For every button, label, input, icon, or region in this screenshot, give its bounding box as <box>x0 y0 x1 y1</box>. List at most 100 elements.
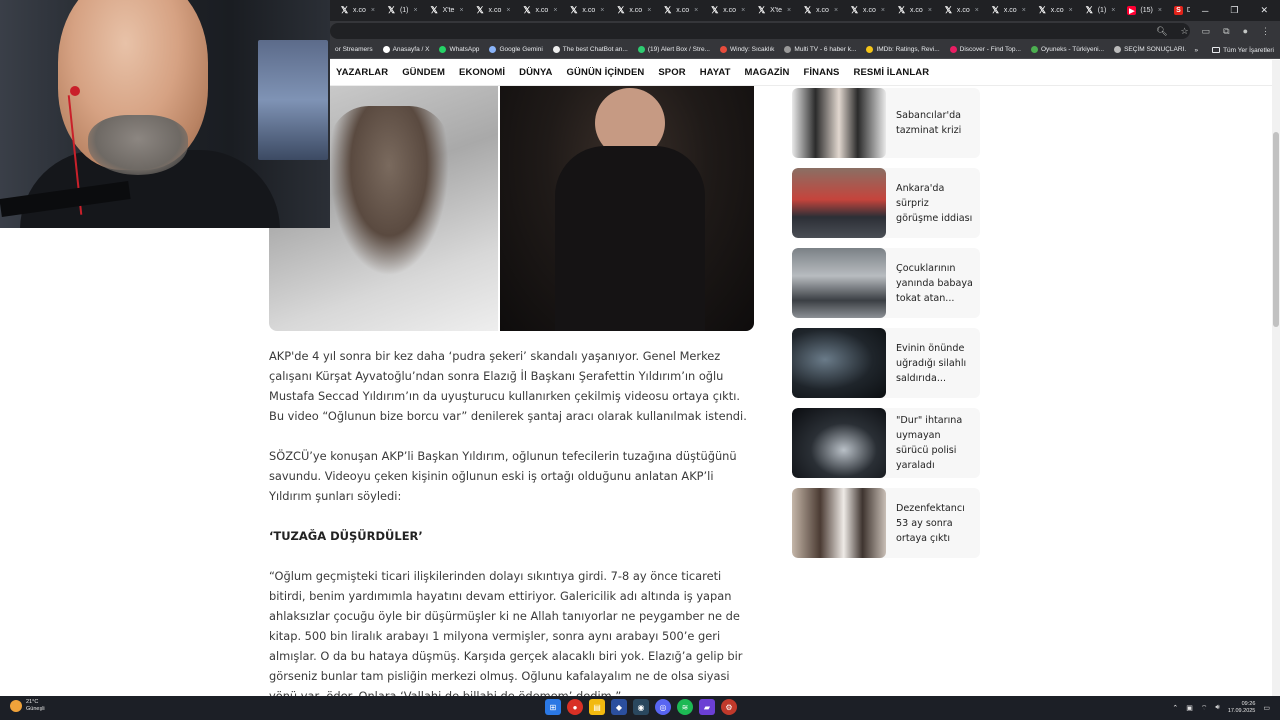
tab-close-icon[interactable]: × <box>787 7 791 14</box>
bookmark-star-icon[interactable]: ☆ <box>1181 26 1189 37</box>
news-card[interactable]: Sabancılar'da tazminat krizi <box>792 88 980 158</box>
news-card[interactable]: Ankara'da sürpriz görüşme iddiası <box>792 168 980 238</box>
steam-icon[interactable]: ◉ <box>633 699 649 715</box>
news-title[interactable]: Ankara'da sürpriz görüşme iddiası <box>886 168 980 238</box>
app-icon-3[interactable]: ⚙ <box>721 699 737 715</box>
tab-close-icon[interactable]: × <box>1022 7 1026 14</box>
news-thumbnail[interactable] <box>792 248 886 318</box>
restore-icon[interactable]: ❐ <box>1230 5 1238 16</box>
zoom-icon[interactable]: 🔍︎ <box>1156 26 1167 37</box>
nav-item[interactable]: MAGAZİN <box>737 67 796 78</box>
nav-item[interactable]: DÜNYA <box>512 67 559 78</box>
news-title[interactable]: Evinin önünde uğradığı silahlı saldırıda… <box>886 328 980 398</box>
browser-tab[interactable]: 𝕏x.co × <box>704 0 751 21</box>
tab-close-icon[interactable]: × <box>600 7 604 14</box>
tab-close-icon[interactable]: × <box>506 7 510 14</box>
tab-close-icon[interactable]: × <box>741 7 745 14</box>
news-thumbnail[interactable] <box>792 408 886 478</box>
close-window-icon[interactable]: ✕ <box>1260 5 1268 16</box>
menu-icon[interactable]: ⋮ <box>1261 26 1270 37</box>
news-card[interactable]: Evinin önünde uğradığı silahlı saldırıda… <box>792 328 980 398</box>
news-title[interactable]: "Dur" ihtarına uymayan sürücü polisi yar… <box>886 408 980 478</box>
bookmark-item[interactable]: Discover - Find Top... <box>945 46 1026 53</box>
tab-close-icon[interactable]: × <box>553 7 557 14</box>
nav-item[interactable]: FİNANS <box>797 67 847 78</box>
bookmark-item[interactable]: SEÇİM SONUÇLARI... <box>1109 46 1195 53</box>
cast-icon[interactable]: ▭ <box>1202 26 1211 37</box>
bookmarks-more-icon[interactable]: » <box>1194 47 1198 54</box>
nav-item[interactable]: SPOR <box>651 67 692 78</box>
news-card[interactable]: Çocuklarının yanında babaya tokat atan..… <box>792 248 980 318</box>
all-bookmarks-button[interactable]: Tüm Yer İşaretleri <box>1212 47 1274 54</box>
news-card[interactable]: "Dur" ihtarına uymayan sürücü polisi yar… <box>792 408 980 478</box>
browser-tab[interactable]: ▶ (15) × <box>1121 0 1168 21</box>
bookmark-item[interactable]: Anasayfa / X <box>378 46 435 53</box>
bookmark-item[interactable]: Google Gemini <box>484 46 547 53</box>
browser-tab[interactable]: 𝕏x.co × <box>516 0 563 21</box>
tab-close-icon[interactable]: × <box>834 7 838 14</box>
browser-tab[interactable]: 𝕏 (1) × <box>381 0 424 21</box>
profile-icon[interactable]: ● <box>1243 26 1248 36</box>
app-icon-2[interactable]: ▰ <box>699 699 715 715</box>
browser-tab[interactable]: 𝕏 X'te × <box>751 0 797 21</box>
minimize-icon[interactable]: ─ <box>1202 6 1208 16</box>
bookmark-item[interactable]: Oyuneks - Türkiyeni... <box>1026 46 1109 53</box>
discord-icon[interactable]: ◎ <box>655 699 671 715</box>
notifications-icon[interactable]: ▭ <box>1263 704 1270 712</box>
tab-close-icon[interactable]: × <box>694 7 698 14</box>
extensions-icon[interactable]: ⧉ <box>1223 26 1229 37</box>
scrollbar-thumb[interactable] <box>1273 132 1279 327</box>
tab-close-icon[interactable]: × <box>1111 7 1115 14</box>
bookmark-item[interactable]: or Streamers <box>330 46 378 53</box>
news-thumbnail[interactable] <box>792 88 886 158</box>
news-thumbnail[interactable] <box>792 328 886 398</box>
chrome-icon[interactable]: ● <box>567 699 583 715</box>
bookmark-item[interactable]: Multi TV - 6 haber k... <box>779 46 861 53</box>
tab-close-icon[interactable]: × <box>928 7 932 14</box>
tab-close-icon[interactable]: × <box>975 7 979 14</box>
browser-tab[interactable]: 𝕏x.co × <box>1032 0 1079 21</box>
spotify-icon[interactable]: ≋ <box>677 699 693 715</box>
browser-tab[interactable]: 𝕏x.co × <box>470 0 517 21</box>
news-title[interactable]: Çocuklarının yanında babaya tokat atan..… <box>886 248 980 318</box>
news-thumbnail[interactable] <box>792 488 886 558</box>
tab-close-icon[interactable]: × <box>647 7 651 14</box>
nav-item[interactable]: GÜNÜN İÇİNDEN <box>560 67 652 78</box>
browser-tab[interactable]: 𝕏x.co × <box>563 0 610 21</box>
news-card[interactable]: Dezenfektancı 53 ay sonra ortaya çıktı <box>792 488 980 558</box>
browser-tab[interactable]: 𝕏x.co × <box>610 0 657 21</box>
volume-icon[interactable]: 🔊︎ <box>1215 704 1219 712</box>
browser-tab[interactable]: 𝕏 (1) × <box>1079 0 1122 21</box>
network-icon[interactable]: ⌔ <box>1201 704 1208 713</box>
app-icon[interactable]: ◆ <box>611 699 627 715</box>
address-bar[interactable] <box>330 23 1190 39</box>
page-scrollbar[interactable] <box>1272 60 1280 696</box>
news-title[interactable]: Dezenfektancı 53 ay sonra ortaya çıktı <box>886 488 980 558</box>
file-explorer-icon[interactable]: ▤ <box>589 699 605 715</box>
browser-tab[interactable]: 𝕏x.co × <box>657 0 704 21</box>
news-thumbnail[interactable] <box>792 168 886 238</box>
browser-tab[interactable]: 𝕏x.co × <box>797 0 844 21</box>
nav-item[interactable]: RESMİ İLANLAR <box>846 67 936 78</box>
browser-tab[interactable]: 𝕏x.co × <box>844 0 891 21</box>
tab-close-icon[interactable]: × <box>1158 7 1162 14</box>
weather-widget[interactable]: 21°C Güneşli <box>10 699 45 713</box>
tray-chevron-icon[interactable]: ⌃ <box>1172 704 1178 712</box>
tab-close-icon[interactable]: × <box>414 7 418 14</box>
bookmark-item[interactable]: WhatsApp <box>434 46 484 53</box>
tab-close-icon[interactable]: × <box>1069 7 1073 14</box>
tab-close-icon[interactable]: × <box>371 7 375 14</box>
tab-close-icon[interactable]: × <box>881 7 885 14</box>
nav-item[interactable]: EKONOMİ <box>452 67 512 78</box>
nav-item[interactable]: YAZARLAR <box>330 67 395 78</box>
browser-tab[interactable]: 𝕏x.co × <box>938 0 985 21</box>
browser-tab[interactable]: 𝕏 X'te × <box>424 0 470 21</box>
browser-tab[interactable]: 𝕏x.co × <box>334 0 381 21</box>
browser-tab[interactable]: 𝕏x.co × <box>985 0 1032 21</box>
news-title[interactable]: Sabancılar'da tazminat krizi <box>886 88 980 158</box>
nav-item[interactable]: GÜNDEM <box>395 67 452 78</box>
nav-item[interactable]: HAYAT <box>693 67 738 78</box>
bookmark-item[interactable]: The best ChatBot an... <box>548 46 633 53</box>
windows-start-icon[interactable]: ⊞ <box>545 699 561 715</box>
bookmark-item[interactable]: (19) Alert Box / Stre... <box>633 46 715 53</box>
